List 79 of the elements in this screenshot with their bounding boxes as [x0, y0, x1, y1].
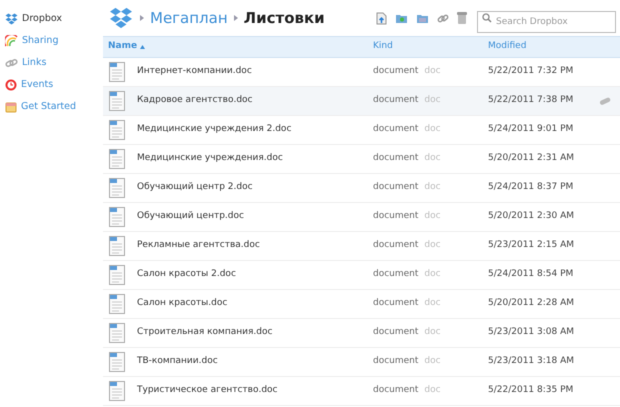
modified-date: 5/24/2011 9:01 PM	[488, 123, 574, 136]
file-extension: doc	[424, 355, 441, 368]
file-name: ТВ-компании.doc	[137, 355, 218, 368]
file-extension: doc	[424, 297, 441, 310]
document-icon	[109, 381, 125, 401]
chevron-icon	[234, 15, 238, 21]
file-extension: doc	[424, 239, 441, 252]
document-icon	[109, 265, 125, 285]
box-icon[interactable]	[108, 7, 134, 29]
trash-icon[interactable]	[457, 12, 467, 24]
file-extension: doc	[424, 65, 441, 78]
modified-date: 5/22/2011 7:38 PM	[488, 94, 574, 108]
upload-icon[interactable]	[376, 12, 387, 24]
document-icon	[109, 120, 125, 140]
modified-date: 5/22/2011 7:32 PM	[488, 65, 574, 78]
file-kind: document	[373, 152, 418, 166]
file-kind: document	[373, 181, 418, 194]
file-row[interactable]: Кадровое агентство.doc document doc 5/22/2011 7:38 PM	[103, 87, 620, 116]
file-name: Обучающий центр.doc	[137, 210, 244, 224]
document-icon	[109, 294, 125, 314]
folder-title: Листовки	[244, 8, 325, 29]
file-extension: doc	[424, 210, 441, 224]
file-extension: doc	[424, 181, 441, 194]
file-kind: document	[373, 326, 418, 340]
file-name: Туристическое агентство.doc	[137, 384, 278, 398]
box-icon	[5, 13, 18, 25]
file-name: Рекламные агентства.doc	[137, 239, 260, 252]
file-kind: document	[373, 297, 418, 310]
modified-date: 5/23/2011 2:15 AM	[488, 239, 574, 252]
file-name: Салон красоты 2.doc	[137, 268, 236, 282]
file-name: Строительная компания.doc	[137, 326, 272, 340]
file-kind: document	[373, 123, 418, 136]
calendar-icon	[5, 101, 17, 113]
search-field[interactable]: Search Dropbox	[477, 11, 616, 33]
file-extension: doc	[424, 326, 441, 340]
rainbow-icon	[5, 35, 18, 47]
clock-icon	[5, 79, 17, 91]
modified-date: 5/24/2011 8:37 PM	[488, 181, 574, 194]
new-folder-icon[interactable]	[395, 12, 408, 24]
document-icon	[109, 207, 125, 227]
file-name: Медицинские учреждения 2.doc	[137, 123, 292, 136]
modified-date: 5/20/2011 2:31 AM	[488, 152, 574, 166]
modified-date: 5/23/2011 3:18 AM	[488, 355, 574, 368]
document-icon	[109, 62, 125, 82]
file-extension: doc	[424, 123, 441, 136]
file-name: Медицинские учреждения.doc	[137, 152, 283, 166]
file-kind: document	[373, 94, 418, 108]
file-name: Кадровое агентство.doc	[137, 94, 252, 108]
document-icon	[109, 323, 125, 343]
file-extension: doc	[424, 268, 441, 282]
file-extension: doc	[424, 94, 441, 108]
file-extension: doc	[424, 152, 441, 166]
document-icon	[109, 352, 125, 372]
modified-date: 5/23/2011 3:08 AM	[488, 326, 574, 340]
file-kind: document	[373, 268, 418, 282]
document-icon	[109, 91, 125, 111]
link-icon[interactable]	[598, 96, 612, 106]
file-kind: document	[373, 210, 418, 224]
document-icon	[109, 149, 125, 169]
modified-date: 5/24/2011 8:54 PM	[488, 268, 574, 282]
link-icon[interactable]	[437, 12, 449, 24]
file-extension: doc	[424, 384, 441, 398]
document-icon	[109, 178, 125, 198]
folder-icon[interactable]	[416, 12, 429, 24]
file-name: Интернет-компании.doc	[137, 65, 252, 78]
file-name: Салон красоты.doc	[137, 297, 228, 310]
file-kind: document	[373, 239, 418, 252]
file-kind: document	[373, 355, 418, 368]
chevron-icon	[140, 15, 144, 21]
modified-date: 5/20/2011 2:28 AM	[488, 297, 574, 310]
file-name: Обучающий центр 2.doc	[137, 181, 253, 194]
link-icon	[5, 57, 18, 69]
document-icon	[109, 236, 125, 256]
file-kind: document	[373, 384, 418, 398]
modified-date: 5/20/2011 2:30 AM	[488, 210, 574, 224]
sidebar-item[interactable]: Dropbox	[5, 10, 103, 28]
modified-date: 5/22/2011 8:35 PM	[488, 384, 574, 398]
search-icon	[482, 13, 492, 23]
file-kind: document	[373, 65, 418, 78]
